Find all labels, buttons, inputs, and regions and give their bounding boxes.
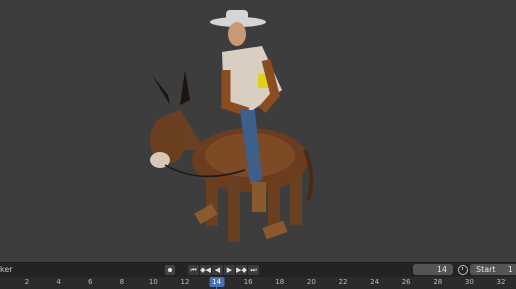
ruler-tick: 2 bbox=[24, 278, 30, 286]
ruler-tick: 12 bbox=[180, 278, 190, 286]
ruler-tick: 8 bbox=[119, 278, 125, 286]
ruler-tick: 6 bbox=[87, 278, 93, 286]
ruler-tick: 4 bbox=[56, 278, 61, 286]
ruler-tick: 26 bbox=[401, 278, 411, 286]
ruler-tick: 20 bbox=[306, 278, 316, 286]
ruler-tick: 30 bbox=[464, 278, 474, 286]
ruler-tick: 22 bbox=[338, 278, 348, 286]
ruler-tick: 24 bbox=[370, 278, 380, 286]
ruler-tick: 28 bbox=[433, 278, 443, 286]
timeline-menu-label[interactable]: ker bbox=[0, 265, 13, 274]
ruler-tick: 18 bbox=[275, 278, 285, 286]
current-frame-field[interactable]: 14 bbox=[413, 264, 453, 275]
ruler-tick: 32 bbox=[496, 278, 506, 286]
scene-render bbox=[150, 10, 314, 242]
play-reverse-button[interactable]: ◀ bbox=[212, 265, 223, 275]
playhead[interactable] bbox=[216, 277, 217, 289]
playback-controls: ⏮ ◆◀ ◀ ▶ ▶◆ ⏭ bbox=[188, 265, 259, 275]
ruler-tick: 10 bbox=[148, 278, 158, 286]
start-label: Start bbox=[476, 265, 496, 274]
clock-icon[interactable] bbox=[458, 265, 468, 275]
record-button[interactable] bbox=[165, 265, 175, 275]
prev-keyframe-button[interactable]: ◆◀ bbox=[200, 265, 211, 275]
start-value: 1 bbox=[507, 265, 513, 274]
record-icon bbox=[168, 268, 172, 272]
3d-viewport[interactable] bbox=[0, 0, 516, 262]
timeline-header: ker ⏮ ◆◀ ◀ ▶ ▶◆ ⏭ 14 Start 1 bbox=[0, 262, 516, 277]
start-frame-field[interactable]: Start 1 bbox=[470, 264, 516, 275]
play-button[interactable]: ▶ bbox=[224, 265, 235, 275]
jump-start-button[interactable]: ⏮ bbox=[188, 265, 199, 275]
next-keyframe-button[interactable]: ▶◆ bbox=[236, 265, 247, 275]
jump-end-button[interactable]: ⏭ bbox=[248, 265, 259, 275]
ruler-tick: 16 bbox=[243, 278, 253, 286]
timeline-ruler[interactable]: 2468101214161820222426283032 bbox=[0, 277, 516, 289]
